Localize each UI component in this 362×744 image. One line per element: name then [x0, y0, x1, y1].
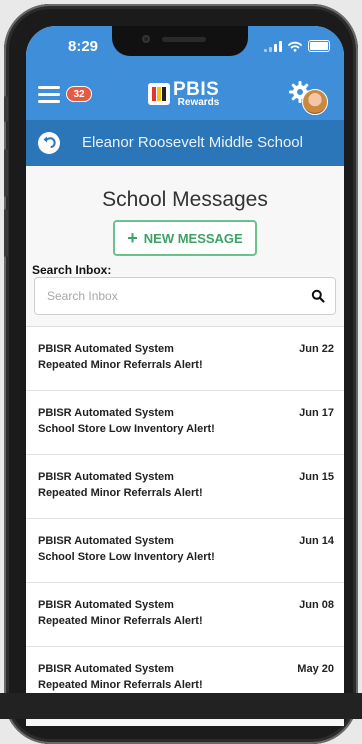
signal-icon	[264, 40, 282, 52]
volume-down-button	[4, 209, 8, 257]
message-row[interactable]: PBISR Automated System Repeated Minor Re…	[26, 326, 344, 390]
page-title: School Messages	[102, 188, 268, 211]
message-sender: PBISR Automated System	[38, 663, 174, 675]
message-date: Jun 15	[299, 471, 334, 483]
search-input[interactable]	[45, 288, 289, 304]
back-button[interactable]	[38, 132, 60, 154]
phone-frame: 8:29 32 PBIS Rewards Eleanor Roosevelt M…	[4, 4, 358, 744]
message-row[interactable]: PBISR Automated System Repeated Minor Re…	[26, 454, 344, 518]
message-subject: Repeated Minor Referrals Alert!	[38, 679, 203, 691]
user-avatar[interactable]	[302, 89, 328, 115]
message-sender: PBISR Automated System	[38, 471, 174, 483]
wifi-icon	[288, 41, 302, 52]
back-arrow-icon	[43, 136, 56, 148]
message-subject: Repeated Minor Referrals Alert!	[38, 359, 203, 371]
status-bar: 8:29	[26, 26, 344, 70]
notification-badge[interactable]: 32	[66, 86, 92, 102]
hamburger-menu-icon[interactable]	[38, 86, 60, 107]
earpiece-speaker	[162, 37, 206, 42]
message-date: May 20	[297, 663, 334, 675]
school-bar: Eleanor Roosevelt Middle School	[26, 120, 344, 166]
message-subject: School Store Low Inventory Alert!	[38, 551, 215, 563]
message-row[interactable]: PBISR Automated System Repeated Minor Re…	[26, 582, 344, 646]
front-camera	[142, 35, 150, 43]
search-icon[interactable]	[311, 289, 325, 303]
message-date: Jun 14	[299, 535, 334, 547]
app-screen: 8:29 32 PBIS Rewards Eleanor Roosevelt M…	[26, 26, 344, 726]
message-sender: PBISR Automated System	[38, 407, 174, 419]
notch	[112, 26, 248, 56]
search-box	[34, 277, 336, 315]
new-message-label: NEW MESSAGE	[143, 230, 243, 246]
messages-content: School Messages + NEW MESSAGE Search Inb…	[26, 166, 344, 726]
app-header: 32 PBIS Rewards	[26, 70, 344, 120]
pbis-rewards-logo: PBIS Rewards	[148, 80, 219, 108]
message-subject: Repeated Minor Referrals Alert!	[38, 487, 203, 499]
school-name: Eleanor Roosevelt Middle School	[82, 134, 303, 151]
message-row[interactable]: PBISR Automated System School Store Low …	[26, 518, 344, 582]
search-label: Search Inbox:	[32, 263, 112, 277]
message-date: Jun 17	[299, 407, 334, 419]
message-list: PBISR Automated System Repeated Minor Re…	[26, 326, 344, 710]
message-subject: School Store Low Inventory Alert!	[38, 423, 215, 435]
status-time: 8:29	[68, 38, 99, 55]
message-date: Jun 08	[299, 599, 334, 611]
message-subject: Repeated Minor Referrals Alert!	[38, 615, 203, 627]
phone-bottom-bezel	[0, 693, 362, 719]
new-message-button[interactable]: + NEW MESSAGE	[113, 220, 257, 256]
volume-up-button	[4, 149, 8, 197]
battery-icon	[308, 40, 330, 52]
message-sender: PBISR Automated System	[38, 343, 174, 355]
message-row[interactable]: PBISR Automated System School Store Low …	[26, 390, 344, 454]
message-date: Jun 22	[299, 343, 334, 355]
pbis-logo-mark	[148, 83, 170, 105]
message-sender: PBISR Automated System	[38, 599, 174, 611]
status-icons	[264, 40, 330, 52]
plus-icon: +	[127, 228, 138, 248]
logo-subtitle: Rewards	[177, 97, 220, 108]
message-sender: PBISR Automated System	[38, 535, 174, 547]
mute-switch	[4, 96, 8, 122]
